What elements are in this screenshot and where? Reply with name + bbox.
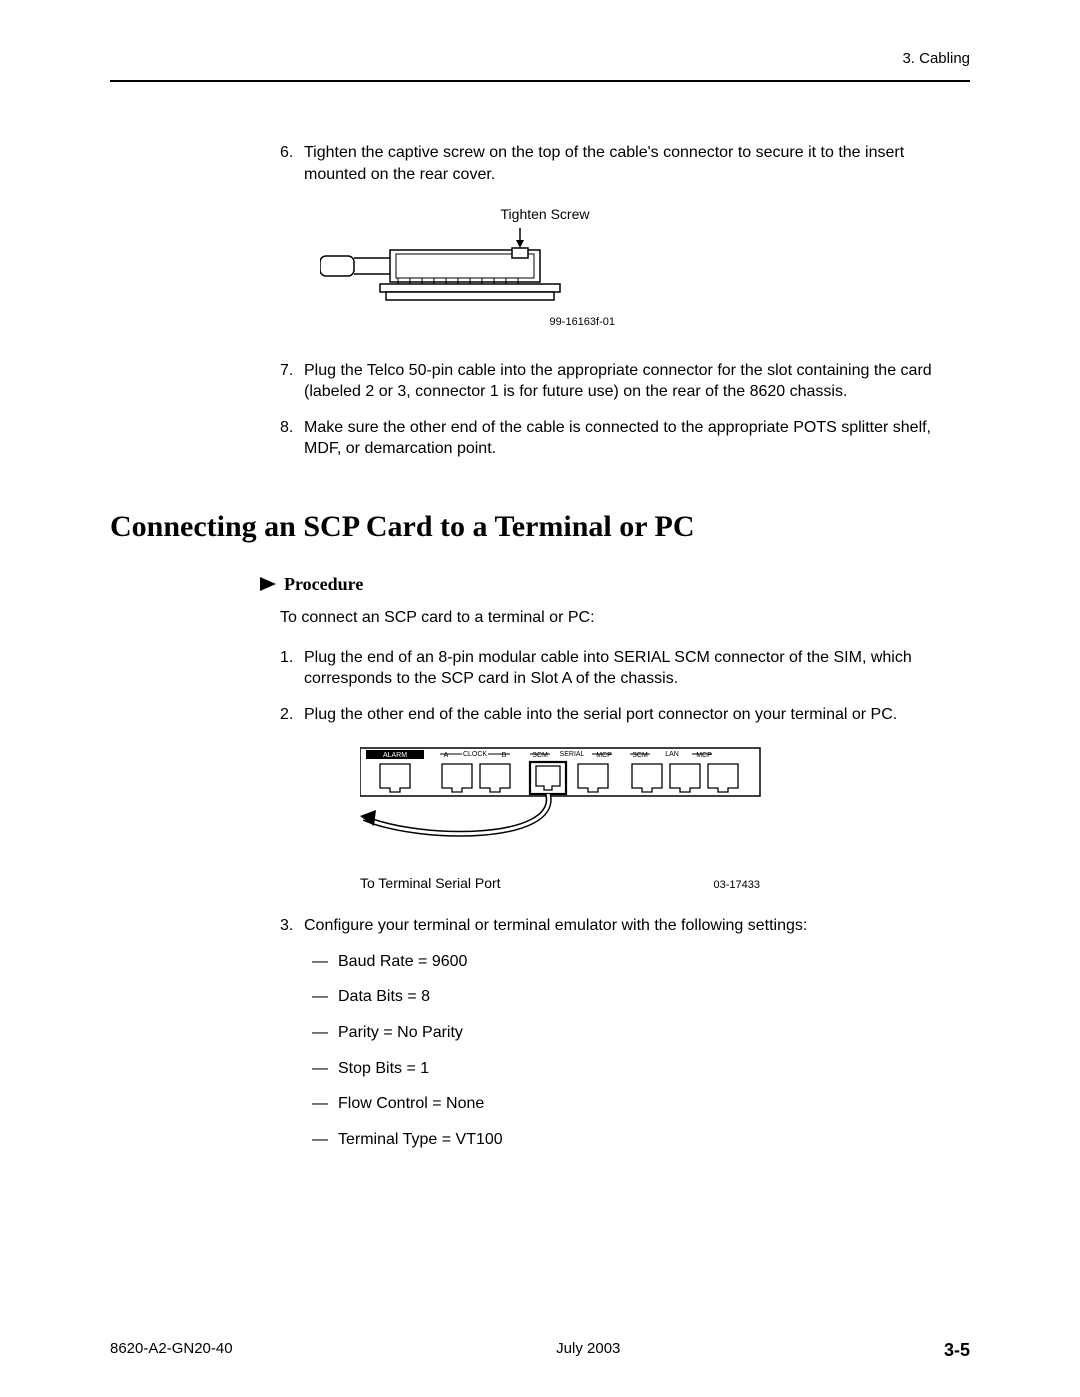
panel-label-mcp2: MCP — [696, 752, 712, 759]
step-text: Tighten the captive screw on the top of … — [304, 142, 970, 185]
panel-label-mcp1: MCP — [596, 752, 612, 759]
step-text: Configure your terminal or terminal emul… — [304, 915, 970, 937]
settings-list: —Baud Rate = 9600 —Data Bits = 8 —Parity… — [312, 951, 970, 1151]
setting-item: —Stop Bits = 1 — [312, 1058, 970, 1080]
header-rule: 3. Cabling — [110, 50, 970, 82]
panel-label-scm2: SCM — [632, 752, 648, 759]
rear-panel-illustration: ALARM A CLOCK B SCM SERIAL MCP SCM LAN M… — [360, 742, 780, 862]
header-chapter: 3. Cabling — [902, 50, 970, 67]
page-footer: 8620-A2-GN20-40 July 2003 3-5 — [110, 1340, 970, 1361]
figure2-left-label: To Terminal Serial Port — [360, 874, 501, 893]
step-number: 3. — [280, 915, 304, 937]
page: 3. Cabling 6. Tighten the captive screw … — [0, 0, 1080, 1397]
step-6: 6. Tighten the captive screw on the top … — [280, 142, 970, 185]
setting-item: —Parity = No Parity — [312, 1022, 970, 1044]
figure2-id: 03-17433 — [714, 878, 761, 893]
step-8: 8. Make sure the other end of the cable … — [280, 417, 970, 460]
step-text: Plug the end of an 8-pin modular cable i… — [304, 647, 970, 690]
panel-label-b: B — [502, 752, 507, 759]
step-text: Plug the Telco 50-pin cable into the app… — [304, 360, 970, 403]
setting-text: Parity = No Parity — [338, 1022, 463, 1044]
footer-doc-number: 8620-A2-GN20-40 — [110, 1340, 233, 1361]
figure-id: 99-16163f-01 — [345, 315, 615, 330]
panel-label-scm1: SCM — [532, 752, 548, 759]
body-upper: 6. Tighten the captive screw on the top … — [280, 142, 970, 460]
step-text: Plug the other end of the cable into the… — [304, 704, 970, 726]
body-lower: 1. Plug the end of an 8-pin modular cabl… — [280, 647, 970, 1150]
setting-text: Data Bits = 8 — [338, 986, 430, 1008]
panel-label-a: A — [444, 752, 449, 759]
setting-item: —Terminal Type = VT100 — [312, 1129, 970, 1151]
step-number: 2. — [280, 704, 304, 726]
figure-serial-port: ALARM A CLOCK B SCM SERIAL MCP SCM LAN M… — [360, 742, 970, 893]
panel-label-serial: SERIAL — [560, 751, 585, 758]
panel-label-clock: CLOCK — [463, 751, 487, 758]
step-number: 6. — [280, 142, 304, 185]
step-b3: 3. Configure your terminal or terminal e… — [280, 915, 970, 937]
step-number: 7. — [280, 360, 304, 403]
triangle-right-icon — [260, 577, 276, 591]
section-heading: Connecting an SCP Card to a Terminal or … — [110, 510, 970, 544]
setting-text: Flow Control = None — [338, 1093, 484, 1115]
procedure-label: Procedure — [284, 574, 363, 595]
setting-item: —Baud Rate = 9600 — [312, 951, 970, 973]
procedure-heading: Procedure — [260, 574, 970, 595]
footer-page-number: 3-5 — [944, 1340, 970, 1361]
figure2-caption: To Terminal Serial Port 03-17433 — [360, 874, 760, 893]
step-number: 8. — [280, 417, 304, 460]
panel-label-lan: LAN — [665, 751, 679, 758]
setting-text: Baud Rate = 9600 — [338, 951, 467, 973]
step-7: 7. Plug the Telco 50-pin cable into the … — [280, 360, 970, 403]
step-text: Make sure the other end of the cable is … — [304, 417, 970, 460]
step-number: 1. — [280, 647, 304, 690]
setting-text: Stop Bits = 1 — [338, 1058, 429, 1080]
step-b2: 2. Plug the other end of the cable into … — [280, 704, 970, 726]
setting-item: —Flow Control = None — [312, 1093, 970, 1115]
connector-illustration — [320, 228, 590, 306]
footer-date: July 2003 — [556, 1340, 620, 1361]
figure-tighten-screw: Tighten Screw — [320, 205, 970, 329]
panel-label-alarm: ALARM — [383, 752, 407, 759]
figure-top-label: Tighten Screw — [410, 205, 680, 224]
setting-text: Terminal Type = VT100 — [338, 1129, 503, 1151]
procedure-intro: To connect an SCP card to a terminal or … — [280, 609, 970, 627]
setting-item: —Data Bits = 8 — [312, 986, 970, 1008]
step-b1: 1. Plug the end of an 8-pin modular cabl… — [280, 647, 970, 690]
